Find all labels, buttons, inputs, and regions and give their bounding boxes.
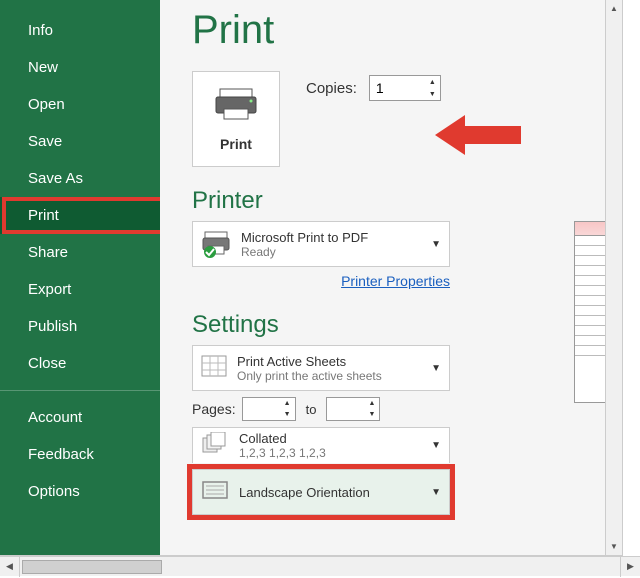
pages-to-label: to (306, 402, 317, 417)
sidebar-item-share[interactable]: Share (0, 234, 160, 271)
sidebar-item-print[interactable]: Print (0, 197, 160, 234)
pages-to-spinner[interactable]: ▲ ▼ (364, 398, 379, 420)
pages-row: Pages: ▲ ▼ to ▲ ▼ (192, 397, 622, 421)
spinner-down-icon[interactable]: ▼ (280, 409, 295, 420)
vertical-scrollbar[interactable]: ▲ ▼ (605, 0, 622, 555)
sidebar-item-close[interactable]: Close (0, 345, 160, 382)
settings-section-header: Settings (192, 311, 622, 339)
sheets-icon (201, 355, 227, 382)
scroll-thumb[interactable] (22, 560, 162, 574)
printer-name: Microsoft Print to PDF (241, 230, 421, 245)
printer-dropdown[interactable]: Microsoft Print to PDF Ready ▼ (192, 221, 450, 267)
sidebar-item-save-as[interactable]: Save As (0, 160, 160, 197)
page-title: Print (192, 8, 622, 53)
print-what-line1: Print Active Sheets (237, 354, 421, 369)
copies-spinner[interactable]: ▲ ▼ (425, 76, 440, 100)
print-what-line2: Only print the active sheets (237, 369, 421, 383)
sidebar-item-options[interactable]: Options (0, 473, 160, 510)
scroll-up-icon[interactable]: ▲ (606, 0, 622, 17)
spinner-up-icon[interactable]: ▲ (364, 398, 379, 409)
scroll-right-icon[interactable]: ▶ (620, 557, 640, 577)
collation-line1: Collated (239, 431, 421, 446)
spinner-down-icon[interactable]: ▼ (364, 409, 379, 420)
printer-section-header: Printer (192, 187, 622, 215)
sidebar-item-publish[interactable]: Publish (0, 308, 160, 345)
print-button-label: Print (220, 136, 252, 152)
chevron-down-icon: ▼ (431, 363, 441, 374)
copies-row: Copies: ▲ ▼ (306, 75, 441, 101)
collated-icon (201, 432, 229, 459)
landscape-icon (201, 479, 229, 506)
pages-label: Pages: (192, 401, 236, 417)
spinner-up-icon[interactable]: ▲ (425, 76, 440, 88)
pages-from-spinner[interactable]: ▲ ▼ (280, 398, 295, 420)
sidebar-item-new[interactable]: New (0, 49, 160, 86)
sidebar-separator (0, 390, 160, 391)
chevron-down-icon: ▼ (431, 239, 441, 250)
horizontal-scrollbar[interactable]: ◀ ▶ (0, 556, 640, 576)
collation-line2: 1,2,3 1,2,3 1,2,3 (239, 446, 421, 460)
printer-ready-icon (201, 229, 231, 259)
orientation-dropdown[interactable]: Landscape Orientation ▼ (192, 469, 450, 515)
sidebar-item-save[interactable]: Save (0, 123, 160, 160)
scroll-down-icon[interactable]: ▼ (606, 538, 622, 555)
collation-dropdown[interactable]: Collated 1,2,3 1,2,3 1,2,3 ▼ (192, 427, 450, 463)
printer-status: Ready (241, 245, 421, 259)
spinner-down-icon[interactable]: ▼ (425, 88, 440, 100)
chevron-down-icon: ▼ (431, 440, 441, 451)
scroll-left-icon[interactable]: ◀ (0, 557, 20, 577)
copies-label: Copies: (306, 80, 357, 97)
printer-properties-link[interactable]: Printer Properties (341, 273, 450, 289)
chevron-down-icon: ▼ (431, 487, 441, 498)
callout-arrow-icon (435, 110, 521, 160)
sidebar-item-info[interactable]: Info (0, 12, 160, 49)
spinner-up-icon[interactable]: ▲ (280, 398, 295, 409)
print-what-dropdown[interactable]: Print Active Sheets Only print the activ… (192, 345, 450, 391)
sidebar-item-open[interactable]: Open (0, 86, 160, 123)
sidebar-item-feedback[interactable]: Feedback (0, 436, 160, 473)
printer-icon (214, 87, 258, 126)
orientation-label: Landscape Orientation (239, 485, 421, 500)
backstage-sidebar: Info New Open Save Save As Print Share E… (0, 0, 160, 555)
print-panel: Print Print Copies: ▲ ▼ (160, 0, 622, 555)
print-button[interactable]: Print (192, 71, 280, 167)
sidebar-item-label: Print (28, 207, 59, 224)
sidebar-item-export[interactable]: Export (0, 271, 160, 308)
sidebar-item-account[interactable]: Account (0, 399, 160, 436)
